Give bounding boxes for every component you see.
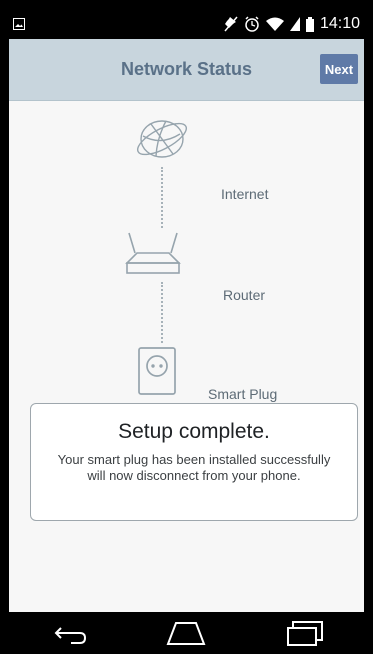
- back-icon[interactable]: [42, 616, 94, 650]
- navigation-bar: [9, 612, 364, 654]
- node-label-router: Router: [223, 287, 266, 303]
- setup-result-card: Setup complete. Your smart plug has been…: [30, 403, 358, 521]
- page-title: Network Status: [120, 59, 253, 79]
- globe-icon: [133, 113, 191, 170]
- next-button[interactable]: Next: [320, 54, 358, 84]
- router-icon: [121, 228, 185, 285]
- setup-message: Your smart plug has been installed succe…: [57, 452, 331, 483]
- home-icon[interactable]: [160, 616, 212, 650]
- app-header: Network Status Next: [9, 39, 364, 101]
- setup-title: Setup complete.: [118, 420, 270, 443]
- signal-icon: [289, 17, 300, 31]
- image-icon: [13, 17, 25, 30]
- battery-icon: [305, 16, 314, 32]
- mute-icon: [224, 16, 238, 32]
- node-label-internet: Internet: [221, 186, 269, 202]
- status-time: 14:10: [319, 15, 360, 32]
- network-status-screen: Network Status Next Internet Router Smar…: [9, 39, 364, 612]
- connector-router-plug: [161, 282, 163, 343]
- alarm-icon: [244, 16, 260, 32]
- recent-apps-icon[interactable]: [279, 616, 331, 650]
- phone-screen: 14:10 Network Status Next Internet Route…: [0, 0, 373, 654]
- connector-internet-router: [161, 167, 163, 228]
- smart-plug-icon: [135, 344, 177, 403]
- network-diagram: Internet Router Smart Plug: [9, 101, 364, 403]
- status-bar: 14:10: [9, 9, 364, 39]
- wifi-icon: [265, 17, 284, 31]
- node-label-smart-plug: Smart Plug: [208, 386, 278, 402]
